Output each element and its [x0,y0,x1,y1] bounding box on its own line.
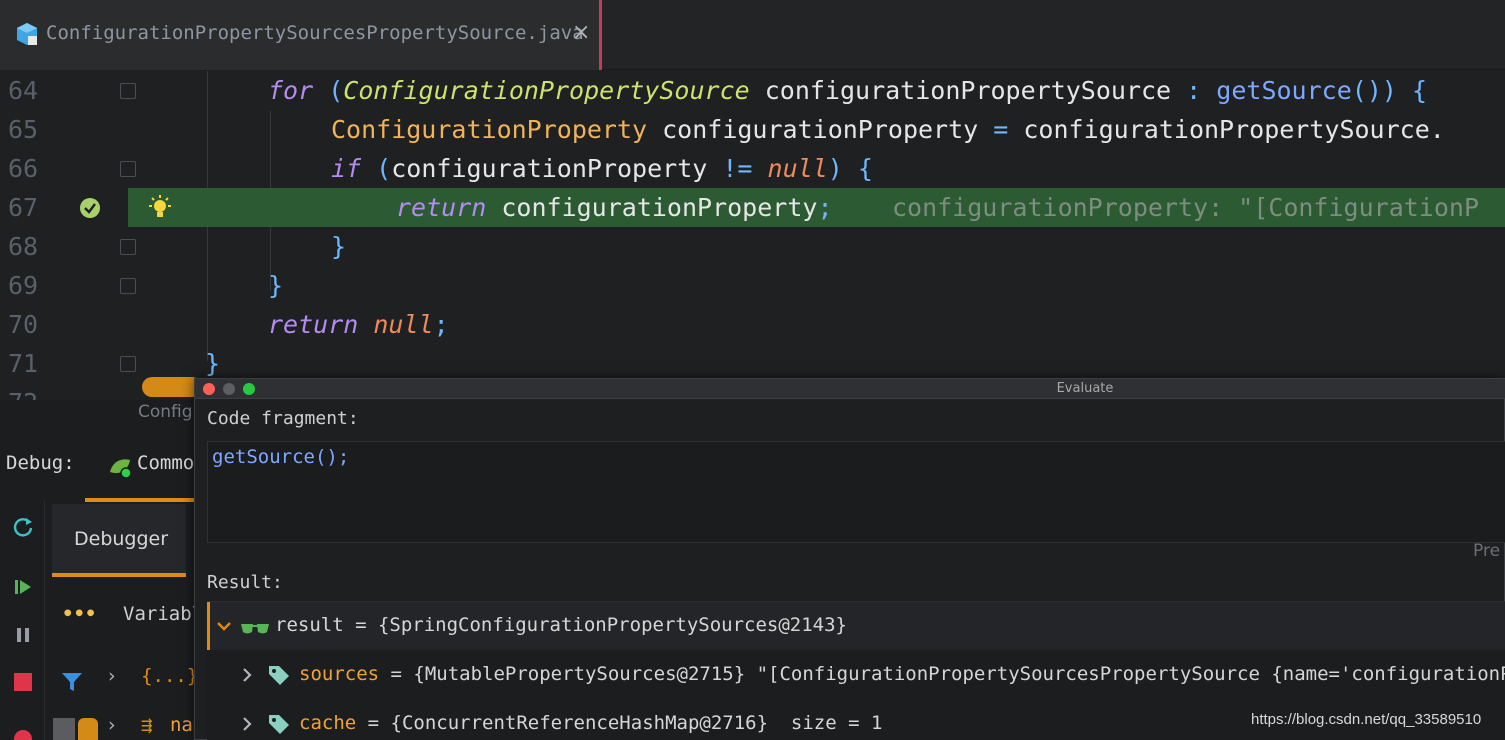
line-number: 66 [8,154,39,183]
code-line-68: 68 } [0,227,1505,266]
pause-icon[interactable] [10,622,36,648]
preview-label: Pre [1473,541,1501,561]
code-line-70: 70 return null; [0,305,1505,344]
chevron-right-icon[interactable] [241,667,253,683]
line-number: 72 [8,383,48,400]
editor-tab-bar: ConfigurationPropertySourcesPropertySour… [0,0,1505,70]
code-text: for (ConfigurationPropertySource configu… [268,76,1428,105]
fold-marker-icon[interactable] [120,161,136,177]
inline-debug-value: configurationProperty: "[ConfigurationP [892,193,1479,222]
result-text: result = {SpringConfigurationPropertySou… [275,614,847,636]
line-number: 67 [8,193,39,222]
editor-scroll-thumb[interactable] [142,377,202,397]
evaluate-dialog: Evaluate Code fragment: getSource(); Pre… [194,378,1505,740]
variable-row[interactable]: › ⇶ nam [108,714,204,736]
fold-marker-icon[interactable] [120,83,136,99]
fold-marker-icon[interactable] [120,239,136,255]
expression-text: getSource(); [212,446,350,468]
close-tab-icon[interactable]: × [572,20,590,45]
code-line-65: 65 ConfigurationProperty configurationPr… [0,110,1505,149]
watch-glasses-icon [241,624,269,634]
chevron-right-icon[interactable] [241,716,253,732]
debug-session-label: Commo [137,452,195,474]
code-text: return null; [268,310,449,339]
filter-icon[interactable] [60,670,84,694]
line-number: 69 [8,271,39,300]
code-line-67: 67 return configurationProperty; configu… [0,188,1505,227]
variables-label: Variabl [123,603,204,625]
line-number: 65 [8,115,39,144]
code-line-69: 69 } [0,266,1505,305]
result-text: cache = {ConcurrentReferenceHashMap@2716… [299,712,883,734]
code-text: } [331,232,347,261]
intention-bulb-icon[interactable] [147,194,173,222]
field-tag-icon [269,666,289,685]
code-editor[interactable]: 64 for (ConfigurationPropertySource conf… [0,71,1505,400]
spring-boot-run-icon [110,459,132,479]
stop-icon[interactable] [10,669,36,695]
result-text: sources = {MutablePropertySources@2715} … [299,663,1505,685]
debug-side-toolbar [0,500,45,740]
fold-marker-icon[interactable] [120,278,136,294]
result-row[interactable]: sources = {MutablePropertySources@2715} … [207,651,1505,699]
code-line-66: 66 if (configurationProperty != null) { [0,149,1505,188]
chevron-down-icon[interactable] [216,619,232,633]
code-text: if (configurationProperty != null) { [331,154,873,183]
panel-thumbnail [78,718,98,740]
result-label: Result: [207,572,283,593]
line-number: 64 [8,76,39,105]
java-class-icon [17,23,37,45]
code-line-64: 64 for (ConfigurationPropertySource conf… [0,71,1505,110]
line-number: 68 [8,232,39,261]
dialog-titlebar[interactable]: Evaluate [195,379,1505,399]
dialog-title: Evaluate [1056,381,1114,396]
tab-filename: ConfigurationPropertySourcesPropertySour… [46,22,584,44]
code-text: } [268,271,284,300]
line-number: 71 [8,349,39,378]
watermark: https://blog.csdn.net/qq_33589510 [1251,711,1482,728]
code-text: return configurationProperty; [396,193,833,222]
tab-debugger[interactable]: Debugger [52,504,186,577]
debug-label: Debug: [6,452,75,474]
line-number: 70 [8,310,39,339]
editor-tab-file[interactable]: ConfigurationPropertySourcesPropertySour… [0,0,602,70]
code-fragment-label: Code fragment: [207,408,359,429]
resume-icon[interactable] [10,574,36,600]
fold-marker-icon[interactable] [120,356,136,372]
view-breakpoints-icon[interactable] [10,726,36,740]
breakpoint-verified-icon[interactable] [79,197,101,219]
breadcrumb[interactable]: Config [138,402,193,422]
code-text: ConfigurationProperty configurationPrope… [331,115,1445,144]
field-tag-icon [269,715,289,734]
rerun-icon[interactable] [10,514,36,540]
panel-thumbnail [53,718,75,740]
code-fragment-editor[interactable]: getSource(); [207,441,1505,543]
result-row[interactable]: result = {SpringConfigurationPropertySou… [207,602,1505,650]
debug-session-tab[interactable]: Commo [85,432,200,502]
tab-debugger-label: Debugger [74,528,169,550]
more-frames-icon[interactable]: ••• [62,603,96,625]
